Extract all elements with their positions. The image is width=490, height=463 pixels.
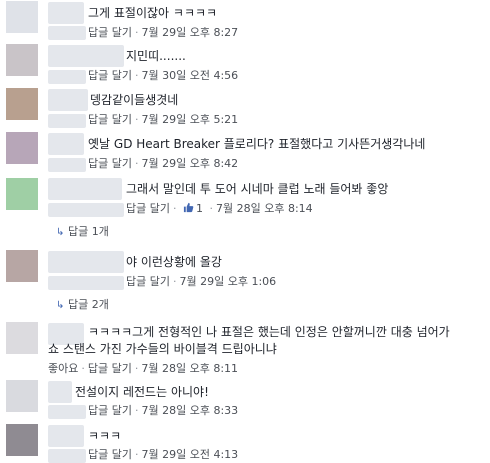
blurred-area bbox=[48, 26, 86, 40]
reply-link[interactable]: 답글 달기 bbox=[88, 157, 132, 170]
commenter-name[interactable] bbox=[48, 45, 124, 67]
comment-meta: 답글 달기 · 7월 29일 오후 8:27 bbox=[88, 26, 239, 39]
blurred-area bbox=[48, 158, 86, 172]
comment-text: 뎅감같이들생겻네 bbox=[90, 93, 179, 107]
like-count[interactable]: 1 bbox=[183, 202, 207, 215]
commenter-name[interactable] bbox=[48, 425, 84, 447]
comment-text: 전설이지 레전드는 아니야! bbox=[75, 385, 209, 399]
comment-meta: 좋아요 · 답글 달기 · 7월 28일 오후 8:11 bbox=[48, 362, 239, 375]
blurred-area bbox=[48, 70, 86, 84]
timestamp[interactable]: 7월 29일 오후 8:42 bbox=[141, 157, 238, 170]
reply-link[interactable]: 답글 달기 bbox=[126, 275, 170, 288]
avatar[interactable] bbox=[6, 380, 38, 412]
avatar[interactable] bbox=[6, 178, 38, 210]
reply-arrow-icon: ↳ bbox=[56, 300, 65, 311]
avatar[interactable] bbox=[6, 322, 38, 354]
comment-meta: 답글 달기 · 7월 28일 오후 8:33 bbox=[88, 404, 239, 417]
reply-link[interactable]: 답글 달기 bbox=[126, 202, 170, 215]
timestamp[interactable]: 7월 29일 오후 5:21 bbox=[141, 113, 238, 126]
comment-text: 지민띠....... bbox=[126, 49, 186, 63]
comment-text: ㅋㅋㅋㅋ그게 전형적인 나 표절은 했는데 인정은 안할꺼니깐 대충 넘어가 bbox=[88, 325, 450, 339]
commenter-name[interactable] bbox=[48, 251, 124, 273]
comment-meta: 답글 달기 · 7월 29일 오후 1:06 bbox=[126, 275, 277, 288]
reply-link[interactable]: 답글 달기 bbox=[88, 113, 132, 126]
commenter-name[interactable] bbox=[48, 178, 122, 200]
commenter-name[interactable] bbox=[48, 2, 84, 24]
blurred-area bbox=[48, 203, 124, 217]
thumbs-up-icon bbox=[183, 202, 194, 213]
commenter-name[interactable] bbox=[48, 133, 84, 155]
blurred-area bbox=[48, 276, 124, 290]
timestamp[interactable]: 7월 29일 오전 4:13 bbox=[141, 448, 238, 461]
commenter-name[interactable] bbox=[48, 89, 88, 111]
blurred-area bbox=[48, 405, 86, 419]
timestamp[interactable]: 7월 29일 오후 1:06 bbox=[179, 275, 276, 288]
comment-text: 그래서 말인데 투 도어 시네마 클럽 노래 들어봐 좋앙 bbox=[126, 182, 389, 196]
comment-text: 옛날 GD Heart Breaker 플로리다? 표절했다고 기사뜬거생각나네 bbox=[88, 137, 426, 151]
reply-link[interactable]: 답글 달기 bbox=[88, 362, 132, 375]
timestamp[interactable]: 7월 29일 오후 8:27 bbox=[141, 26, 238, 39]
view-replies-link[interactable]: ↳ 답글 2개 bbox=[56, 298, 109, 313]
reply-link[interactable]: 답글 달기 bbox=[88, 448, 132, 461]
timestamp[interactable]: 7월 30일 오전 4:56 bbox=[141, 69, 238, 82]
comment-meta: 답글 달기 · 7월 30일 오전 4:56 bbox=[88, 69, 239, 82]
timestamp[interactable]: 7월 28일 오후 8:33 bbox=[141, 404, 238, 417]
timestamp[interactable]: 7월 28일 오후 8:11 bbox=[141, 362, 238, 375]
avatar[interactable] bbox=[6, 424, 38, 456]
comment-meta: 답글 달기 · 1 · 7월 28일 오후 8:14 bbox=[126, 202, 313, 215]
timestamp[interactable]: 7월 28일 오후 8:14 bbox=[216, 202, 313, 215]
comment-meta: 답글 달기 · 7월 29일 오전 4:13 bbox=[88, 448, 239, 461]
like-count-value: 1 bbox=[195, 202, 203, 215]
avatar[interactable] bbox=[6, 1, 38, 33]
blurred-area bbox=[48, 114, 86, 128]
reply-link[interactable]: 답글 달기 bbox=[88, 404, 132, 417]
avatar[interactable] bbox=[6, 44, 38, 76]
avatar[interactable] bbox=[6, 88, 38, 120]
comment-text: 야 이런상황에 올강 bbox=[126, 255, 222, 269]
view-replies-link[interactable]: ↳ 답글 1개 bbox=[56, 225, 109, 240]
reply-link[interactable]: 답글 달기 bbox=[88, 26, 132, 39]
reply-link[interactable]: 답글 달기 bbox=[88, 69, 132, 82]
comment-meta: 답글 달기 · 7월 29일 오후 8:42 bbox=[88, 157, 239, 170]
blurred-area bbox=[48, 449, 86, 463]
comment-text: ㅋㅋㅋ bbox=[88, 429, 122, 443]
comment-meta: 답글 달기 · 7월 29일 오후 5:21 bbox=[88, 113, 239, 126]
avatar[interactable] bbox=[6, 132, 38, 164]
commenter-name[interactable] bbox=[48, 381, 72, 403]
comment-text: 그게 표절이잖아 ㅋㅋㅋㅋ bbox=[88, 6, 218, 20]
like-link[interactable]: 좋아요 bbox=[48, 362, 78, 375]
comment-text-line-2: 쇼 스탠스 가진 가수들의 바이블격 드립아니냐 bbox=[48, 342, 277, 356]
avatar[interactable] bbox=[6, 250, 38, 282]
reply-arrow-icon: ↳ bbox=[56, 227, 65, 238]
